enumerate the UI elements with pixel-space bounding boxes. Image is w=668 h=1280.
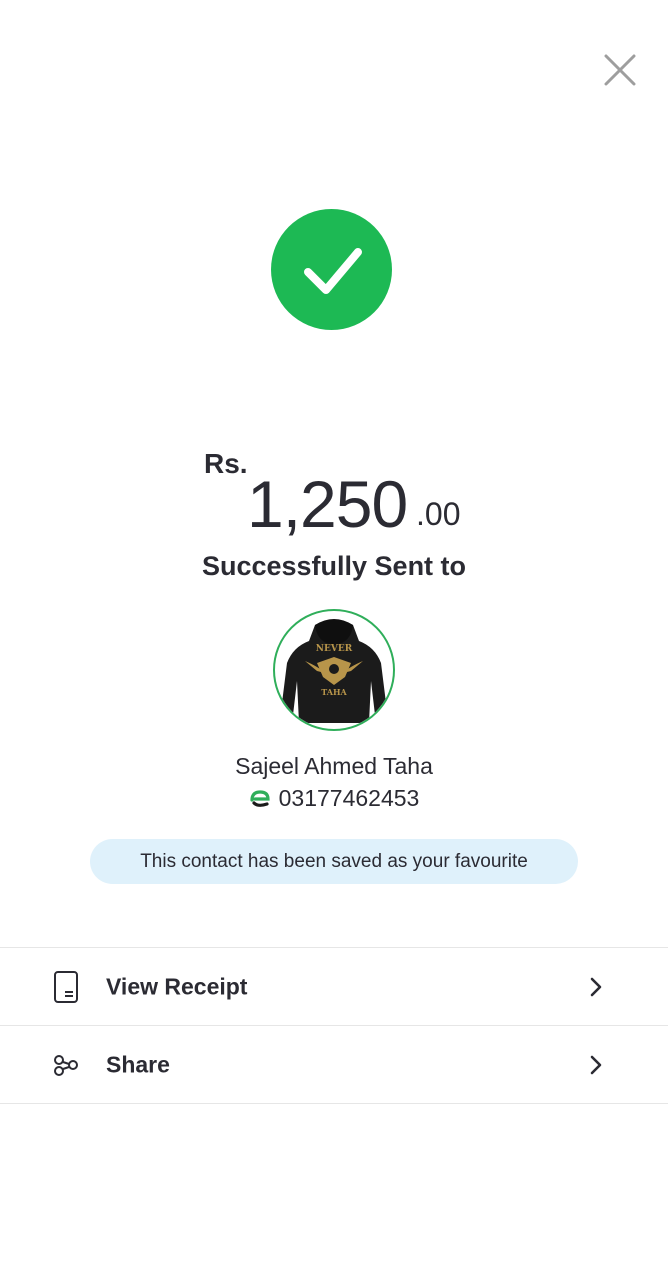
recipient-name: Sajeel Ahmed Taha [235, 753, 433, 779]
easypaisa-icon [250, 789, 270, 807]
chevron-right-icon [590, 1055, 602, 1074]
close-button[interactable] [598, 48, 642, 92]
sent-label: Successfully Sent to [201, 551, 467, 581]
amount-currency: Rs. [204, 448, 248, 479]
amount-whole: 1,250 [247, 467, 408, 541]
recipient-phone-row: 03177462453 [0, 785, 668, 812]
close-icon [604, 54, 636, 86]
amount-display: Rs. 1,250 .00 [0, 442, 668, 542]
success-badge [271, 209, 392, 330]
avatar: NEVER TAHA [273, 609, 395, 731]
payment-success-screen: Rs. 1,250 .00 Successfully Sent to NEVER… [0, 0, 668, 1280]
share-icon [50, 1047, 82, 1083]
receipt-icon [50, 969, 82, 1005]
recipient-phone: 03177462453 [278, 785, 420, 811]
check-icon [303, 247, 362, 294]
amount-decimal: .00 [416, 496, 461, 532]
avatar-hoodie-image: NEVER TAHA [281, 619, 387, 723]
favourite-banner: This contact has been saved as your favo… [90, 839, 578, 884]
share-label: Share [106, 1051, 170, 1077]
chevron-right-icon [590, 977, 602, 996]
view-receipt-row[interactable]: View Receipt [0, 948, 668, 1025]
avatar-text-bottom: TAHA [321, 687, 347, 697]
divider [0, 1103, 668, 1104]
avatar-text-top: NEVER [316, 644, 353, 654]
view-receipt-label: View Receipt [106, 973, 248, 999]
share-row[interactable]: Share [0, 1026, 668, 1103]
